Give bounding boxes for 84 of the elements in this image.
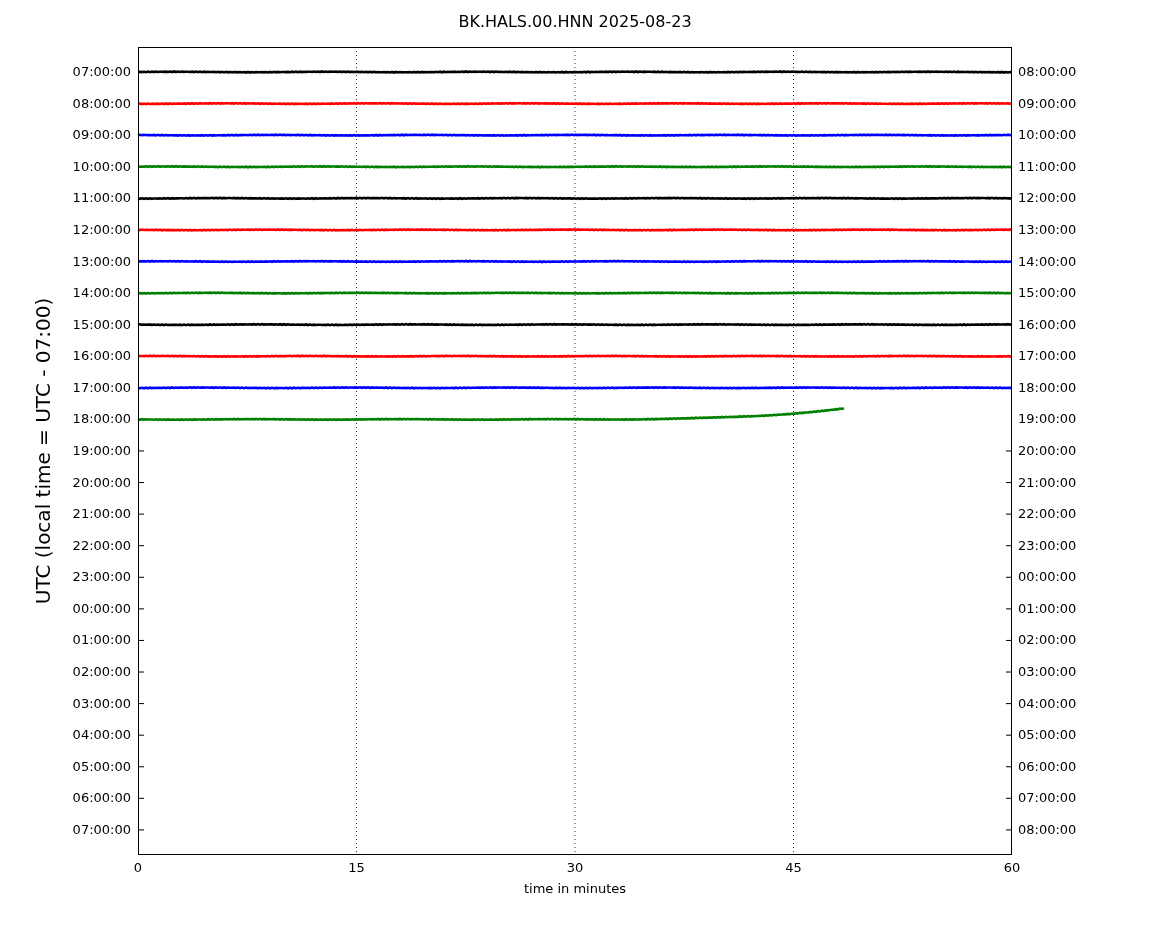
tick-label: 13:00:00 <box>72 252 131 271</box>
tick-label: 09:00:00 <box>72 126 131 145</box>
tick-label: 19:00:00 <box>1018 410 1077 429</box>
chart-title: BK.HALS.00.HNN 2025-08-23 <box>458 11 692 33</box>
tick-label: 00:00:00 <box>1018 568 1077 587</box>
tick-label: 01:00:00 <box>1018 599 1077 618</box>
tick-label: 08:00:00 <box>1018 63 1077 82</box>
tick-label: 11:00:00 <box>72 189 131 208</box>
tick-label: 13:00:00 <box>1018 220 1077 239</box>
tick-mark <box>137 734 145 736</box>
tick-label: 15:00:00 <box>72 315 131 334</box>
x-axis-label: time in minutes <box>523 880 627 898</box>
tick-mark <box>137 766 145 768</box>
tick-mark <box>137 703 145 705</box>
tick-label: 06:00:00 <box>1018 757 1077 776</box>
tick-mark <box>1005 576 1013 578</box>
tick-label: 0 <box>133 859 143 877</box>
tick-mark <box>1005 734 1013 736</box>
tick-mark <box>137 797 145 799</box>
tick-label: 20:00:00 <box>72 473 131 492</box>
tick-label: 06:00:00 <box>72 789 131 808</box>
tick-mark <box>1005 545 1013 547</box>
tick-label: 19:00:00 <box>72 441 131 460</box>
tick-mark <box>1005 766 1013 768</box>
tick-label: 18:00:00 <box>72 410 131 429</box>
tick-label: 00:00:00 <box>72 599 131 618</box>
tick-label: 08:00:00 <box>72 94 131 113</box>
tick-mark <box>137 608 145 610</box>
tick-label: 05:00:00 <box>1018 726 1077 745</box>
tick-label: 09:00:00 <box>1018 94 1077 113</box>
tick-label: 07:00:00 <box>1018 789 1077 808</box>
tick-mark <box>1005 450 1013 452</box>
tick-label: 14:00:00 <box>72 284 131 303</box>
tick-label: 16:00:00 <box>1018 315 1077 334</box>
tick-label: 02:00:00 <box>1018 631 1077 650</box>
tick-label: 12:00:00 <box>1018 189 1077 208</box>
tick-mark <box>137 576 145 578</box>
tick-label: 04:00:00 <box>1018 694 1077 713</box>
tick-label: 30 <box>566 859 584 877</box>
tick-label: 10:00:00 <box>72 157 131 176</box>
tick-label: 11:00:00 <box>1018 157 1077 176</box>
tick-label: 03:00:00 <box>72 694 131 713</box>
tick-mark <box>1005 513 1013 515</box>
tick-mark <box>137 639 145 641</box>
tick-label: 01:00:00 <box>72 631 131 650</box>
tick-label: 23:00:00 <box>72 568 131 587</box>
tick-mark <box>1005 703 1013 705</box>
tick-label: 03:00:00 <box>1018 663 1077 681</box>
tick-label: 21:00:00 <box>1018 473 1077 492</box>
tick-label: 12:00:00 <box>72 220 131 239</box>
tick-label: 18:00:00 <box>1018 378 1077 397</box>
y-axis-label: UTC (local time = UTC - 07:00) <box>30 297 56 605</box>
tick-label: 08:00:00 <box>1018 820 1077 839</box>
tick-label: 21:00:00 <box>72 505 131 524</box>
tick-label: 16:00:00 <box>72 347 131 366</box>
tick-mark <box>1005 671 1013 673</box>
tick-label: 15:00:00 <box>1018 284 1077 303</box>
tick-mark <box>1005 829 1013 831</box>
tick-label: 22:00:00 <box>72 536 131 555</box>
tick-label: 17:00:00 <box>1018 347 1077 366</box>
tick-label: 04:00:00 <box>72 726 131 745</box>
tick-label: 17:00:00 <box>72 378 131 397</box>
tick-label: 20:00:00 <box>1018 441 1077 460</box>
tick-label: 60 <box>1003 859 1021 877</box>
tick-label: 02:00:00 <box>72 663 131 681</box>
tick-mark <box>137 671 145 673</box>
tick-mark <box>137 450 145 452</box>
tick-label: 23:00:00 <box>1018 536 1077 555</box>
tick-label: 14:00:00 <box>1018 252 1077 271</box>
tick-mark <box>137 513 145 515</box>
tick-label: 07:00:00 <box>72 63 131 82</box>
tick-mark <box>1005 482 1013 484</box>
tick-label: 45 <box>785 859 802 877</box>
tick-mark <box>1005 639 1013 641</box>
tick-mark <box>137 829 145 831</box>
tick-mark <box>137 545 145 547</box>
tick-label: 22:00:00 <box>1018 505 1077 524</box>
tick-label: 10:00:00 <box>1018 126 1077 145</box>
tick-mark <box>1005 797 1013 799</box>
tick-mark <box>137 482 145 484</box>
tick-label: 05:00:00 <box>72 757 131 776</box>
tick-mark <box>1005 608 1013 610</box>
tick-label: 15 <box>348 859 365 877</box>
tick-label: 07:00:00 <box>72 820 131 839</box>
